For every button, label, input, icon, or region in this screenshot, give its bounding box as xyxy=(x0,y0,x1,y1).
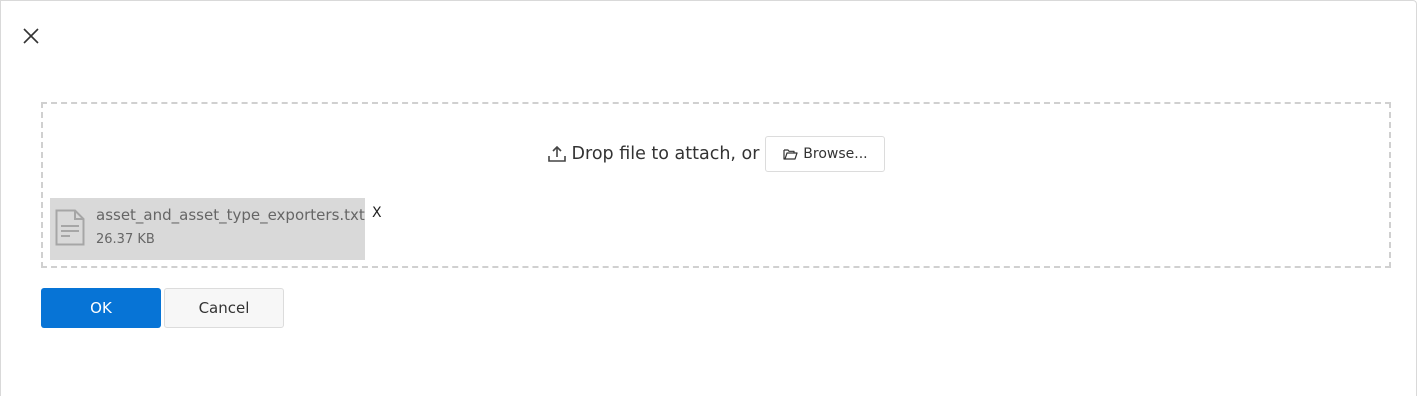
drop-prompt-text: Drop file to attach, or xyxy=(571,144,760,164)
close-icon[interactable] xyxy=(21,26,41,46)
document-icon xyxy=(55,209,85,246)
remove-file-button[interactable]: X xyxy=(372,205,382,221)
attached-file-card: asset_and_asset_type_exporters.txt 26.37… xyxy=(50,198,365,260)
attach-file-dialog: Drop file to attach, or Browse... asset_… xyxy=(0,0,1417,396)
file-drop-zone[interactable]: Drop file to attach, or Browse... asset_… xyxy=(41,102,1391,268)
browse-button[interactable]: Browse... xyxy=(765,136,886,172)
drop-prompt-row: Drop file to attach, or Browse... xyxy=(43,135,1389,173)
cancel-button[interactable]: Cancel xyxy=(164,288,284,328)
file-size: 26.37 KB xyxy=(96,232,155,247)
upload-icon xyxy=(547,144,567,164)
file-name: asset_and_asset_type_exporters.txt xyxy=(96,206,365,224)
ok-button[interactable]: OK xyxy=(41,288,161,328)
folder-open-icon xyxy=(783,148,798,160)
browse-button-label: Browse... xyxy=(803,146,868,162)
